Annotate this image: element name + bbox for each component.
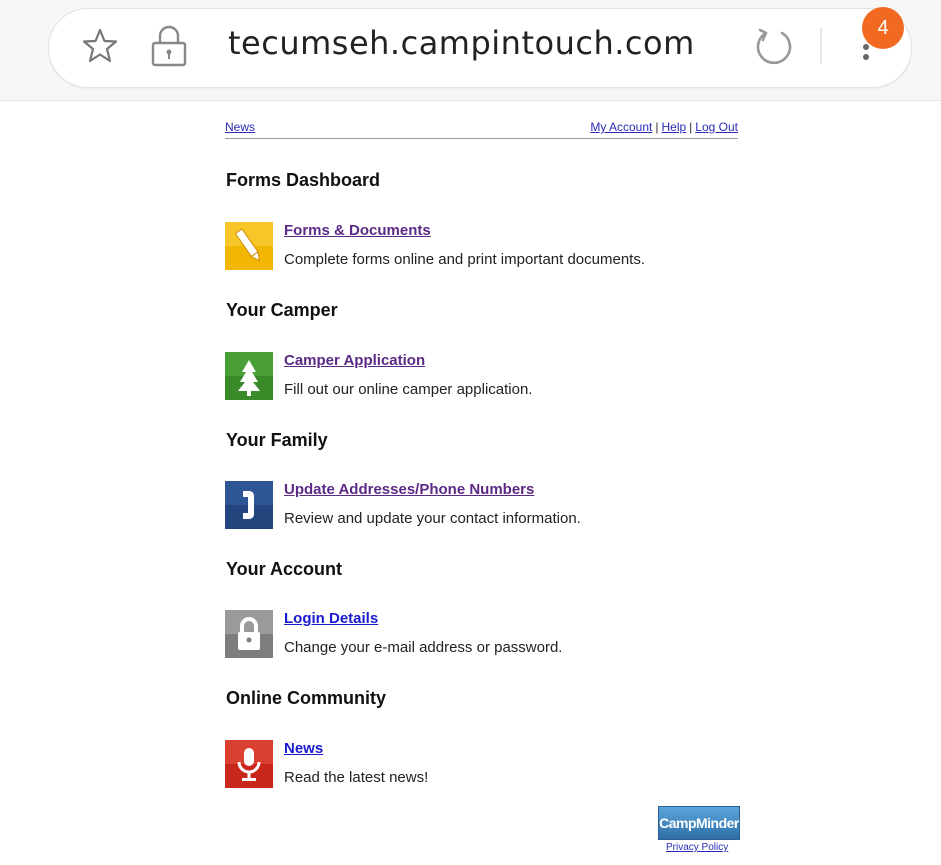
camper-application-description: Fill out our online camper application. (284, 381, 533, 398)
section-title-your-account: Your Account (226, 559, 342, 579)
url-text[interactable]: tecumseh.campintouch.com (228, 24, 695, 62)
nav-my-account-link[interactable]: My Account (590, 120, 652, 134)
update-addresses-description: Review and update your contact informati… (284, 510, 581, 527)
campminder-logo[interactable]: CampMinder (658, 806, 740, 840)
nav-separator: | (689, 120, 693, 134)
lock-icon[interactable] (150, 24, 188, 68)
camper-application-link[interactable]: Camper Application (284, 352, 425, 369)
nav-logout-link[interactable]: Log Out (695, 120, 738, 134)
pencil-icon[interactable] (225, 222, 273, 270)
tab-count-badge[interactable]: 4 (862, 7, 904, 49)
section-title-your-family: Your Family (226, 430, 328, 450)
section-title-forms-dashboard: Forms Dashboard (226, 170, 381, 190)
forms-documents-description: Complete forms online and print importan… (284, 251, 646, 268)
account-links: My Account | Help | Log Out (590, 120, 738, 134)
news-description: Read the latest news! (284, 769, 429, 786)
news-link[interactable]: News (284, 740, 323, 757)
privacy-policy-link[interactable]: Privacy Policy (666, 842, 728, 853)
forms-documents-link[interactable]: Forms & Documents (284, 222, 431, 239)
section-title-online-community: Online Community (226, 688, 387, 708)
update-addresses-link[interactable]: Update Addresses/Phone Numbers (284, 481, 534, 498)
nav-help-link[interactable]: Help (661, 120, 686, 134)
section-title-your-camper: Your Camper (226, 300, 338, 320)
star-icon[interactable] (80, 26, 120, 66)
reload-icon[interactable] (752, 24, 796, 68)
login-details-description: Change your e-mail address or password. (284, 639, 563, 656)
login-details-link[interactable]: Login Details (284, 610, 378, 627)
nav-separator: | (655, 120, 659, 134)
menu-icon[interactable] (862, 44, 872, 64)
padlock-icon[interactable] (225, 610, 273, 658)
nav-news-link[interactable]: News (225, 120, 255, 134)
toolbar-divider (820, 28, 822, 64)
top-nav: News My Account | Help | Log Out (225, 118, 738, 139)
tree-icon[interactable] (225, 352, 273, 400)
microphone-icon[interactable] (225, 740, 273, 788)
phone-icon[interactable] (225, 481, 273, 529)
browser-toolbar: tecumseh.campintouch.com 4 (0, 0, 941, 101)
